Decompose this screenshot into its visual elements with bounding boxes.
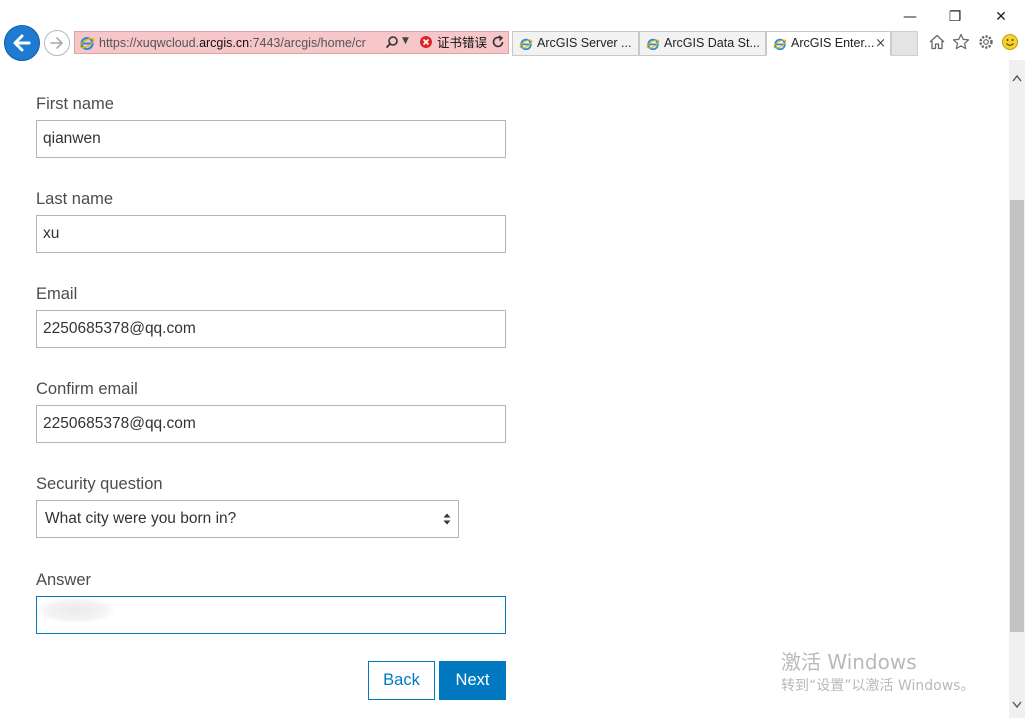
confirm-email-field[interactable]: 2250685378@qq.com — [36, 405, 506, 443]
ie-icon — [519, 38, 533, 51]
url-suffix: :7443/arcgis/home/cr — [249, 36, 366, 50]
ie-icon — [646, 38, 660, 51]
home-icon[interactable] — [928, 33, 946, 51]
address-bar[interactable]: https://xuqwcloud.arcgis.cn:7443/arcgis/… — [74, 31, 509, 54]
last-name-label: Last name — [36, 190, 114, 208]
favorites-star-icon[interactable] — [952, 33, 970, 51]
tab-arcgis-data-store[interactable]: ArcGIS Data St... — [639, 31, 766, 56]
scroll-down-arrow-icon[interactable] — [1009, 695, 1025, 713]
first-name-field[interactable]: qianwen — [36, 120, 506, 158]
tab-arcgis-enterprise[interactable]: ArcGIS Enter... × — [766, 31, 891, 56]
browser-chrome: — ❐ ✕ https://xuqwcloud.arcgis.cn:7443/a… — [0, 0, 1025, 61]
chevron-down-icon[interactable]: ▼ — [402, 36, 409, 46]
back-navigation-button[interactable] — [4, 25, 40, 61]
answer-label: Answer — [36, 571, 92, 589]
url-prefix: https://xuqwcloud. — [99, 36, 200, 50]
cert-error-icon[interactable] — [420, 36, 432, 48]
tab-label: ArcGIS Server ... — [537, 36, 632, 50]
scroll-up-arrow-icon[interactable] — [1009, 70, 1025, 88]
vertical-scrollbar[interactable] — [1009, 60, 1025, 718]
redacted-answer-blur — [37, 598, 115, 623]
refresh-icon[interactable] — [491, 35, 505, 49]
tab-label: ArcGIS Data St... — [664, 36, 760, 50]
restore-button[interactable]: ❐ — [945, 8, 965, 26]
back-arrow-icon — [13, 34, 31, 52]
security-question-label: Security question — [36, 475, 163, 493]
email-field[interactable]: 2250685378@qq.com — [36, 310, 506, 348]
tab-arcgis-server[interactable]: ArcGIS Server ... — [512, 31, 639, 56]
tab-label: ArcGIS Enter... — [791, 36, 875, 50]
activate-windows-title: 激活 Windows — [781, 650, 917, 674]
back-button[interactable]: Back — [368, 661, 435, 700]
page-content: First name qianwen Last name xu Email 22… — [0, 60, 1009, 718]
activate-windows-subtitle: 转到“设置”以激活 Windows。 — [781, 678, 975, 694]
ie-icon — [773, 38, 787, 51]
url-domain: arcgis.cn — [199, 36, 250, 50]
last-name-field[interactable]: xu — [36, 215, 506, 253]
smiley-feedback-icon[interactable] — [1001, 33, 1019, 51]
settings-gear-icon[interactable] — [977, 33, 995, 51]
minimize-button[interactable]: — — [900, 8, 920, 26]
security-question-value: What city were you born in? — [45, 510, 237, 527]
forward-arrow-icon — [50, 37, 63, 49]
answer-field[interactable] — [36, 596, 506, 634]
close-tab-icon[interactable]: × — [875, 32, 886, 55]
security-question-select[interactable]: What city were you born in? — [36, 500, 459, 538]
close-window-button[interactable]: ✕ — [991, 8, 1011, 26]
address-url[interactable]: https://xuqwcloud.arcgis.cn:7443/arcgis/… — [99, 35, 381, 51]
confirm-email-label: Confirm email — [36, 380, 138, 398]
forward-navigation-button[interactable] — [44, 30, 70, 56]
next-button[interactable]: Next — [439, 661, 506, 700]
search-icon[interactable] — [385, 35, 399, 49]
first-name-label: First name — [36, 95, 114, 113]
ie-icon — [79, 37, 95, 50]
scrollbar-thumb[interactable] — [1010, 200, 1024, 632]
select-updown-arrows-icon — [443, 513, 451, 525]
new-tab-button[interactable] — [891, 31, 918, 56]
cert-error-label[interactable]: 证书错误 — [437, 35, 487, 51]
email-label: Email — [36, 285, 78, 303]
